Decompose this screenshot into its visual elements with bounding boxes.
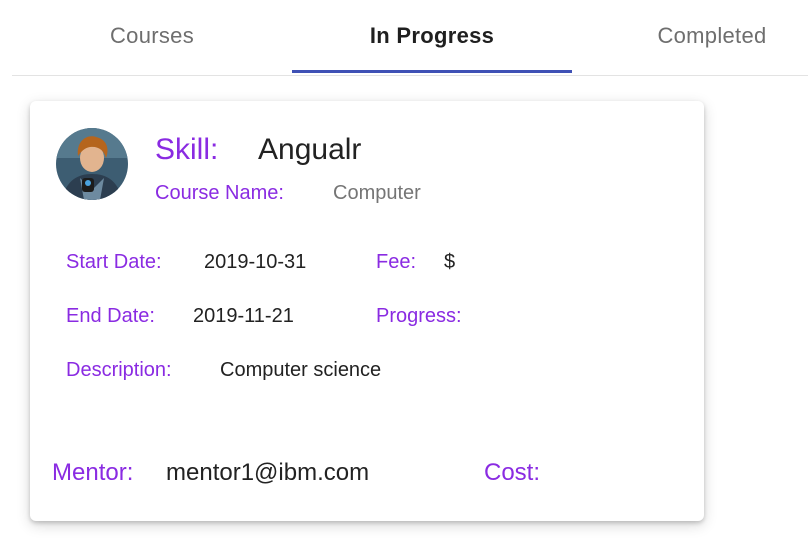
mentor-value: mentor1@ibm.com bbox=[166, 459, 370, 486]
end-date-value: 2019-11-21 bbox=[193, 305, 294, 327]
description-value: Computer science bbox=[220, 359, 382, 381]
tab-in-progress[interactable]: In Progress bbox=[292, 0, 572, 72]
cost-label: Cost: bbox=[484, 459, 541, 486]
skill-label: Skill: bbox=[155, 133, 219, 166]
fee-value: $ bbox=[444, 251, 456, 273]
tab-courses[interactable]: Courses bbox=[12, 0, 292, 72]
user-avatar bbox=[56, 128, 128, 200]
start-date-value: 2019-10-31 bbox=[204, 251, 307, 273]
progress-label: Progress: bbox=[376, 305, 462, 327]
tab-bar: Courses In Progress Completed bbox=[12, 0, 808, 76]
end-date-label: End Date: bbox=[66, 305, 155, 327]
tab-completed[interactable]: Completed bbox=[572, 0, 808, 72]
start-date-label: Start Date: bbox=[66, 251, 162, 273]
course-card: Skill: Angualr Course Name: Computer Sta… bbox=[30, 101, 704, 521]
course-name-label: Course Name: bbox=[155, 182, 284, 204]
avatar-illustration bbox=[56, 128, 128, 200]
description-label: Description: bbox=[66, 359, 172, 381]
fee-label: Fee: bbox=[376, 251, 417, 273]
mentor-label: Mentor: bbox=[52, 459, 134, 486]
skill-value: Angualr bbox=[258, 133, 362, 166]
course-name-value: Computer bbox=[333, 182, 421, 204]
active-tab-indicator bbox=[292, 70, 572, 73]
